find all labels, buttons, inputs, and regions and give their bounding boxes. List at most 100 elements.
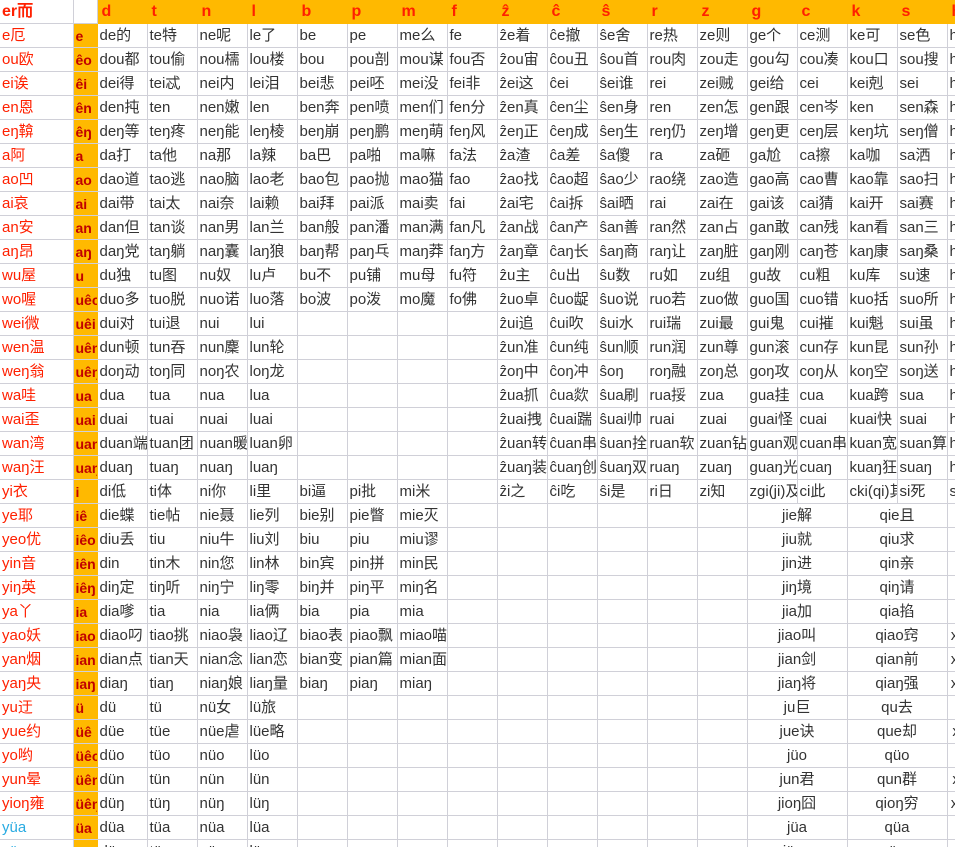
row-final: a <box>73 143 98 168</box>
initial-header-7[interactable]: m <box>397 0 448 24</box>
initial-header-13[interactable]: z <box>697 0 748 24</box>
syllable-cell: ẑuo卓 <box>497 287 548 312</box>
table-row: yin音 iên din tin木 nin您 lin林 bin宾 pin拼 min民 jin进 qi… <box>0 551 955 576</box>
syllable-cell: laŋ狼 <box>247 239 298 264</box>
syllable-cell <box>497 695 548 720</box>
syllable-cell: pao抛 <box>347 167 398 192</box>
syllable-cell <box>647 767 698 792</box>
syllable-cell: kai开 <box>847 191 898 216</box>
syllable-cell: fai <box>447 191 498 216</box>
syllable-cell: kun昆 <box>847 335 898 360</box>
syllable-cell <box>697 839 748 847</box>
syllable-cell: li里 <box>247 479 298 504</box>
syllable-cell: lüa <box>247 815 298 840</box>
syllable-cell: lin林 <box>247 551 298 576</box>
syllable-cell: gua挂 <box>747 383 798 408</box>
syllable-cell: cen岑 <box>797 95 848 120</box>
syllable-cell <box>547 527 598 552</box>
syllable-cell: diu丢 <box>97 527 148 552</box>
syllable-cell: fei非 <box>447 71 498 96</box>
syllable-cell <box>297 359 348 384</box>
syllable-cell: tuai <box>147 407 198 432</box>
syllable-cell: ĉaŋ长 <box>547 239 598 264</box>
table-row: en恩 ên den扽 ten nen嫩 len ben奔 pen喷 men们 fen分 ẑen真 ĉ… <box>0 95 955 120</box>
syllable-cell: zuo做 <box>697 287 748 312</box>
initial-header-3[interactable]: n <box>197 0 248 24</box>
syllable-cell: lüŋ <box>247 791 298 816</box>
syllable-cell <box>697 671 748 696</box>
syllable-cell: raŋ让 <box>647 239 698 264</box>
syllable-cell: fu符 <box>447 263 498 288</box>
syllable-cell: ŝun顺 <box>597 335 648 360</box>
initial-header-4[interactable]: l <box>247 0 298 24</box>
syllable-cell: kou口 <box>847 47 898 72</box>
syllable-cell <box>647 599 698 624</box>
row-syllable: ai哀 <box>0 191 74 216</box>
syllable-cell <box>397 311 448 336</box>
row-final: ao <box>73 167 98 192</box>
jqx-cell: qin亲 <box>847 551 948 576</box>
initial-header-12[interactable]: r <box>647 0 698 24</box>
syllable-cell: faŋ方 <box>447 239 498 264</box>
syllable-cell: koŋ空 <box>847 359 898 384</box>
table-row: yüaüadüatüanüalüa jüaqüaxüa <box>0 815 955 840</box>
syllable-cell: zoŋ总 <box>697 359 748 384</box>
initial-header-11[interactable]: ŝ <box>597 0 648 24</box>
syllable-cell: pen喷 <box>347 95 398 120</box>
syllable-cell <box>547 551 598 576</box>
syllable-cell: ẑei这 <box>497 71 548 96</box>
syllable-cell: ke可 <box>847 23 898 48</box>
header-row: er而 dtnlbpmfẑĉŝrzgcksh <box>0 0 955 24</box>
syllable-cell: ẑan战 <box>497 215 548 240</box>
syllable-cell: sei <box>897 71 948 96</box>
syllable-cell: fen分 <box>447 95 498 120</box>
syllable-cell: bian变 <box>297 647 348 672</box>
syllable-cell <box>447 575 498 600</box>
row-final: üao <box>73 839 98 847</box>
initial-header-1[interactable]: d <box>97 0 148 24</box>
initial-header-6[interactable]: p <box>347 0 398 24</box>
syllable-cell: ẑoŋ中 <box>497 359 548 384</box>
syllable-cell: lei泪 <box>247 71 298 96</box>
syllable-cell <box>597 791 648 816</box>
initial-header-16[interactable]: k <box>847 0 898 24</box>
syllable-cell: miŋ名 <box>397 575 448 600</box>
initial-header-5[interactable]: b <box>297 0 348 24</box>
initial-header-14[interactable]: g <box>747 0 798 24</box>
syllable-cell: can残 <box>797 215 848 240</box>
syllable-cell <box>547 695 598 720</box>
initial-header-15[interactable]: c <box>797 0 848 24</box>
syllable-cell <box>347 815 398 840</box>
syllable-cell <box>647 647 698 672</box>
initial-header-9[interactable]: ẑ <box>497 0 548 24</box>
syllable-cell: fan凡 <box>447 215 498 240</box>
syllable-cell: luan卵 <box>247 431 298 456</box>
syllable-cell: lüe略 <box>247 719 298 744</box>
initial-header-10[interactable]: ĉ <box>547 0 598 24</box>
syllable-cell <box>397 767 448 792</box>
syllable-cell: lu卢 <box>247 263 298 288</box>
jqx-cell: qüa <box>847 815 948 840</box>
syllable-cell <box>347 431 398 456</box>
initial-header-2[interactable]: t <box>147 0 198 24</box>
syllable-cell: cei <box>797 71 848 96</box>
syllable-cell <box>347 695 398 720</box>
syllable-cell: huan幻 <box>947 431 955 456</box>
syllable-cell: gou勾 <box>747 47 798 72</box>
syllable-cell: ĉei <box>547 71 598 96</box>
syllable-cell: zou走 <box>697 47 748 72</box>
jqx-cell: jian剑 <box>747 647 848 672</box>
syllable-cell: da打 <box>97 143 148 168</box>
initial-header-18[interactable]: h <box>947 0 955 24</box>
initial-header-8[interactable]: f <box>447 0 498 24</box>
syllable-cell: biao表 <box>297 623 348 648</box>
syllable-cell <box>697 647 748 672</box>
syllable-cell: hu葫 <box>947 263 955 288</box>
row-syllable: yaŋ央 <box>0 671 74 696</box>
jqx-cell: jun君 <box>747 767 848 792</box>
initial-header-17[interactable]: s <box>897 0 948 24</box>
syllable-cell: ẑuaŋ装 <box>497 455 548 480</box>
syllable-cell: ŝou首 <box>597 47 648 72</box>
syllable-cell <box>447 719 498 744</box>
syllable-cell <box>447 503 498 528</box>
